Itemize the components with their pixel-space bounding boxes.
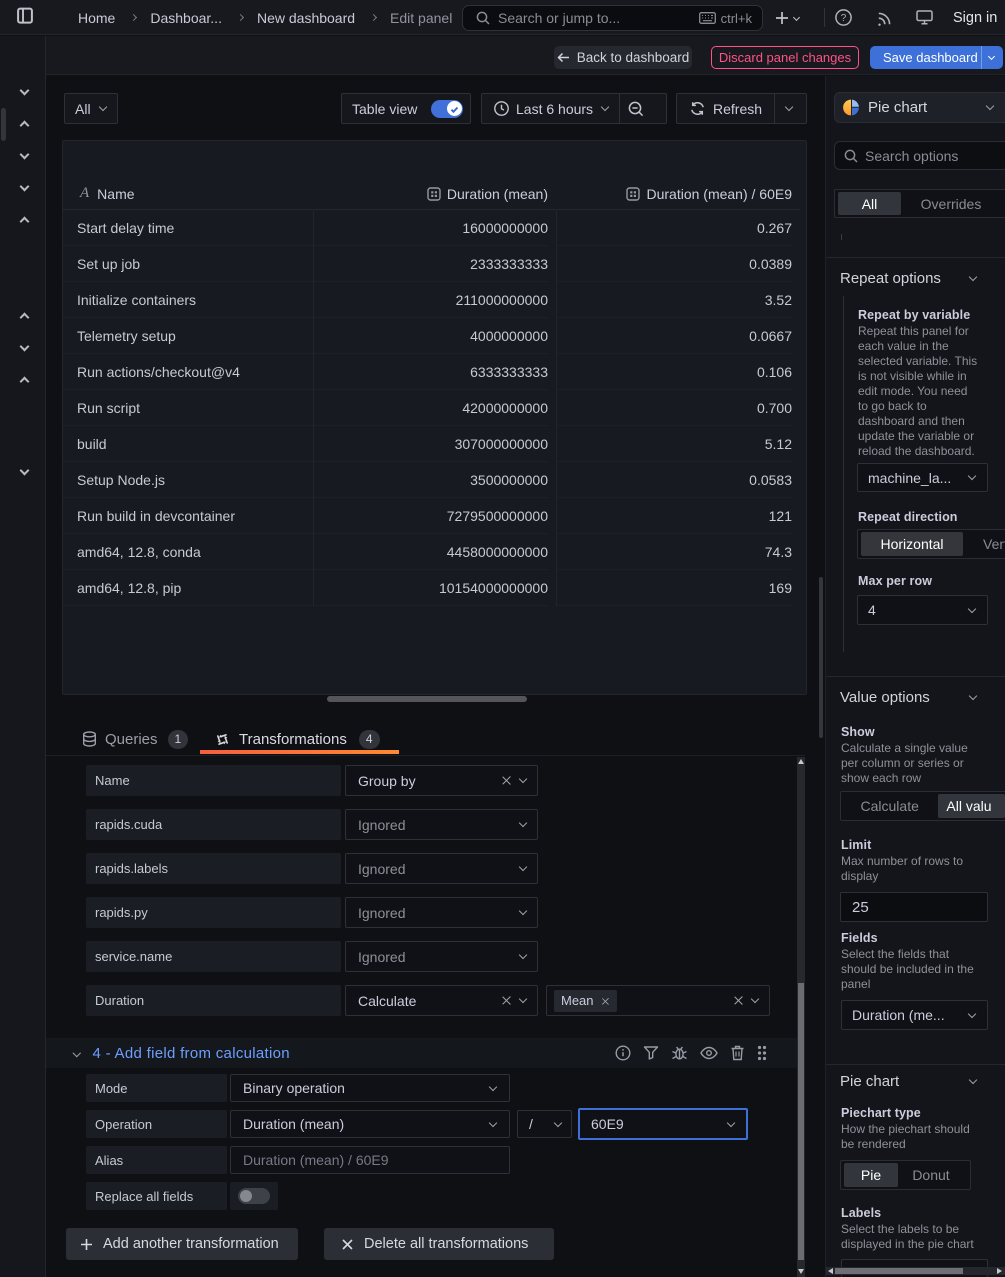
svg-text:?: ?: [841, 13, 847, 24]
